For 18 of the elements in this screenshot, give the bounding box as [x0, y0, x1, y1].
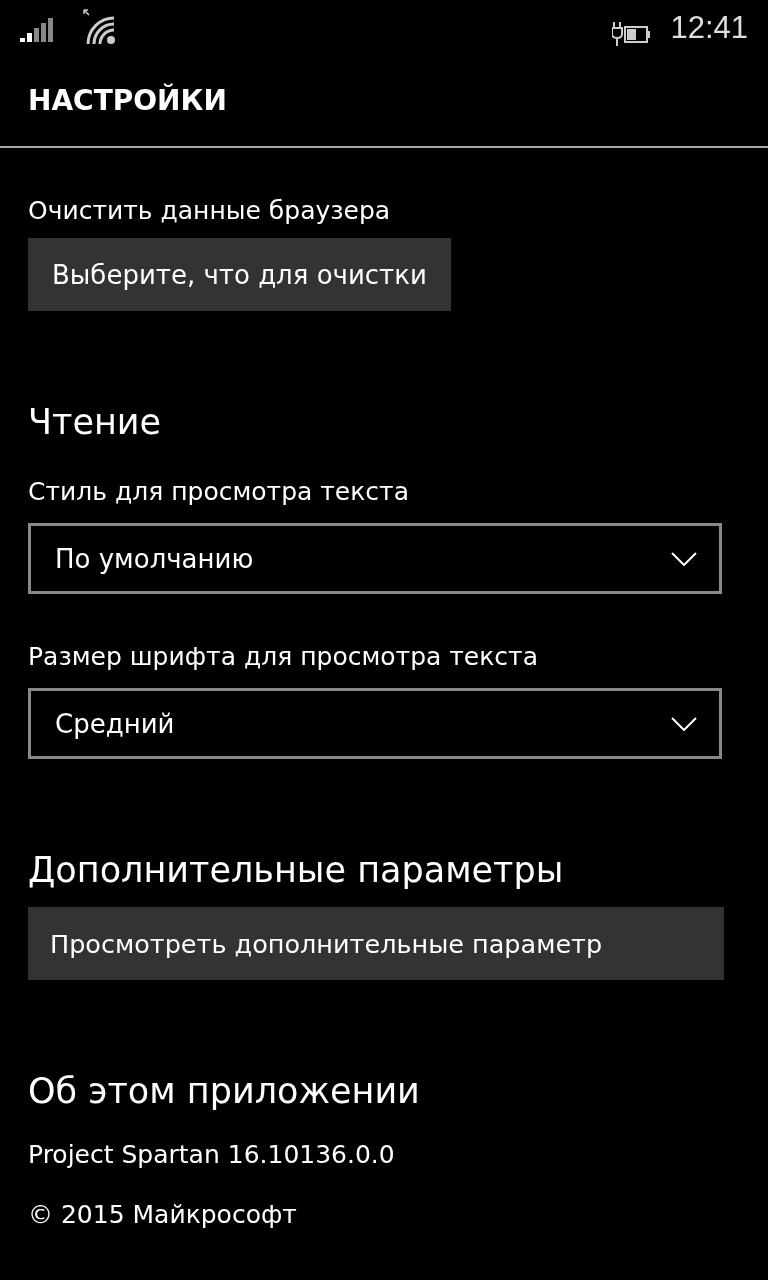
setting-label: Стиль для просмотра текста — [28, 476, 410, 508]
battery-charging-icon — [612, 20, 653, 48]
section-heading: Чтение — [28, 401, 163, 444]
signal-icon — [20, 18, 54, 42]
clear-data-button[interactable]: Выберите, что для очистки — [28, 238, 451, 311]
section-heading: Об этом приложении — [28, 1070, 421, 1113]
chevron-down-icon — [671, 551, 697, 566]
advanced-settings-button[interactable]: Просмотреть дополнительные параметр — [28, 907, 724, 980]
chevron-down-icon — [671, 716, 697, 731]
clock: 12:41 — [670, 9, 748, 47]
page-title: НАСТРОЙКИ — [27, 82, 228, 119]
section-heading: Дополнительные параметры — [28, 849, 565, 892]
setting-label: Очистить данные браузера — [28, 195, 392, 227]
dropdown[interactable]: По умолчанию — [28, 523, 722, 594]
dropdown[interactable]: Средний — [28, 688, 722, 759]
setting-label: Размер шрифта для просмотра текста — [28, 641, 539, 673]
info-text: Project Spartan 16.10136.0.0 — [28, 1139, 396, 1171]
info-text: © 2015 Майкрософт — [28, 1199, 298, 1231]
